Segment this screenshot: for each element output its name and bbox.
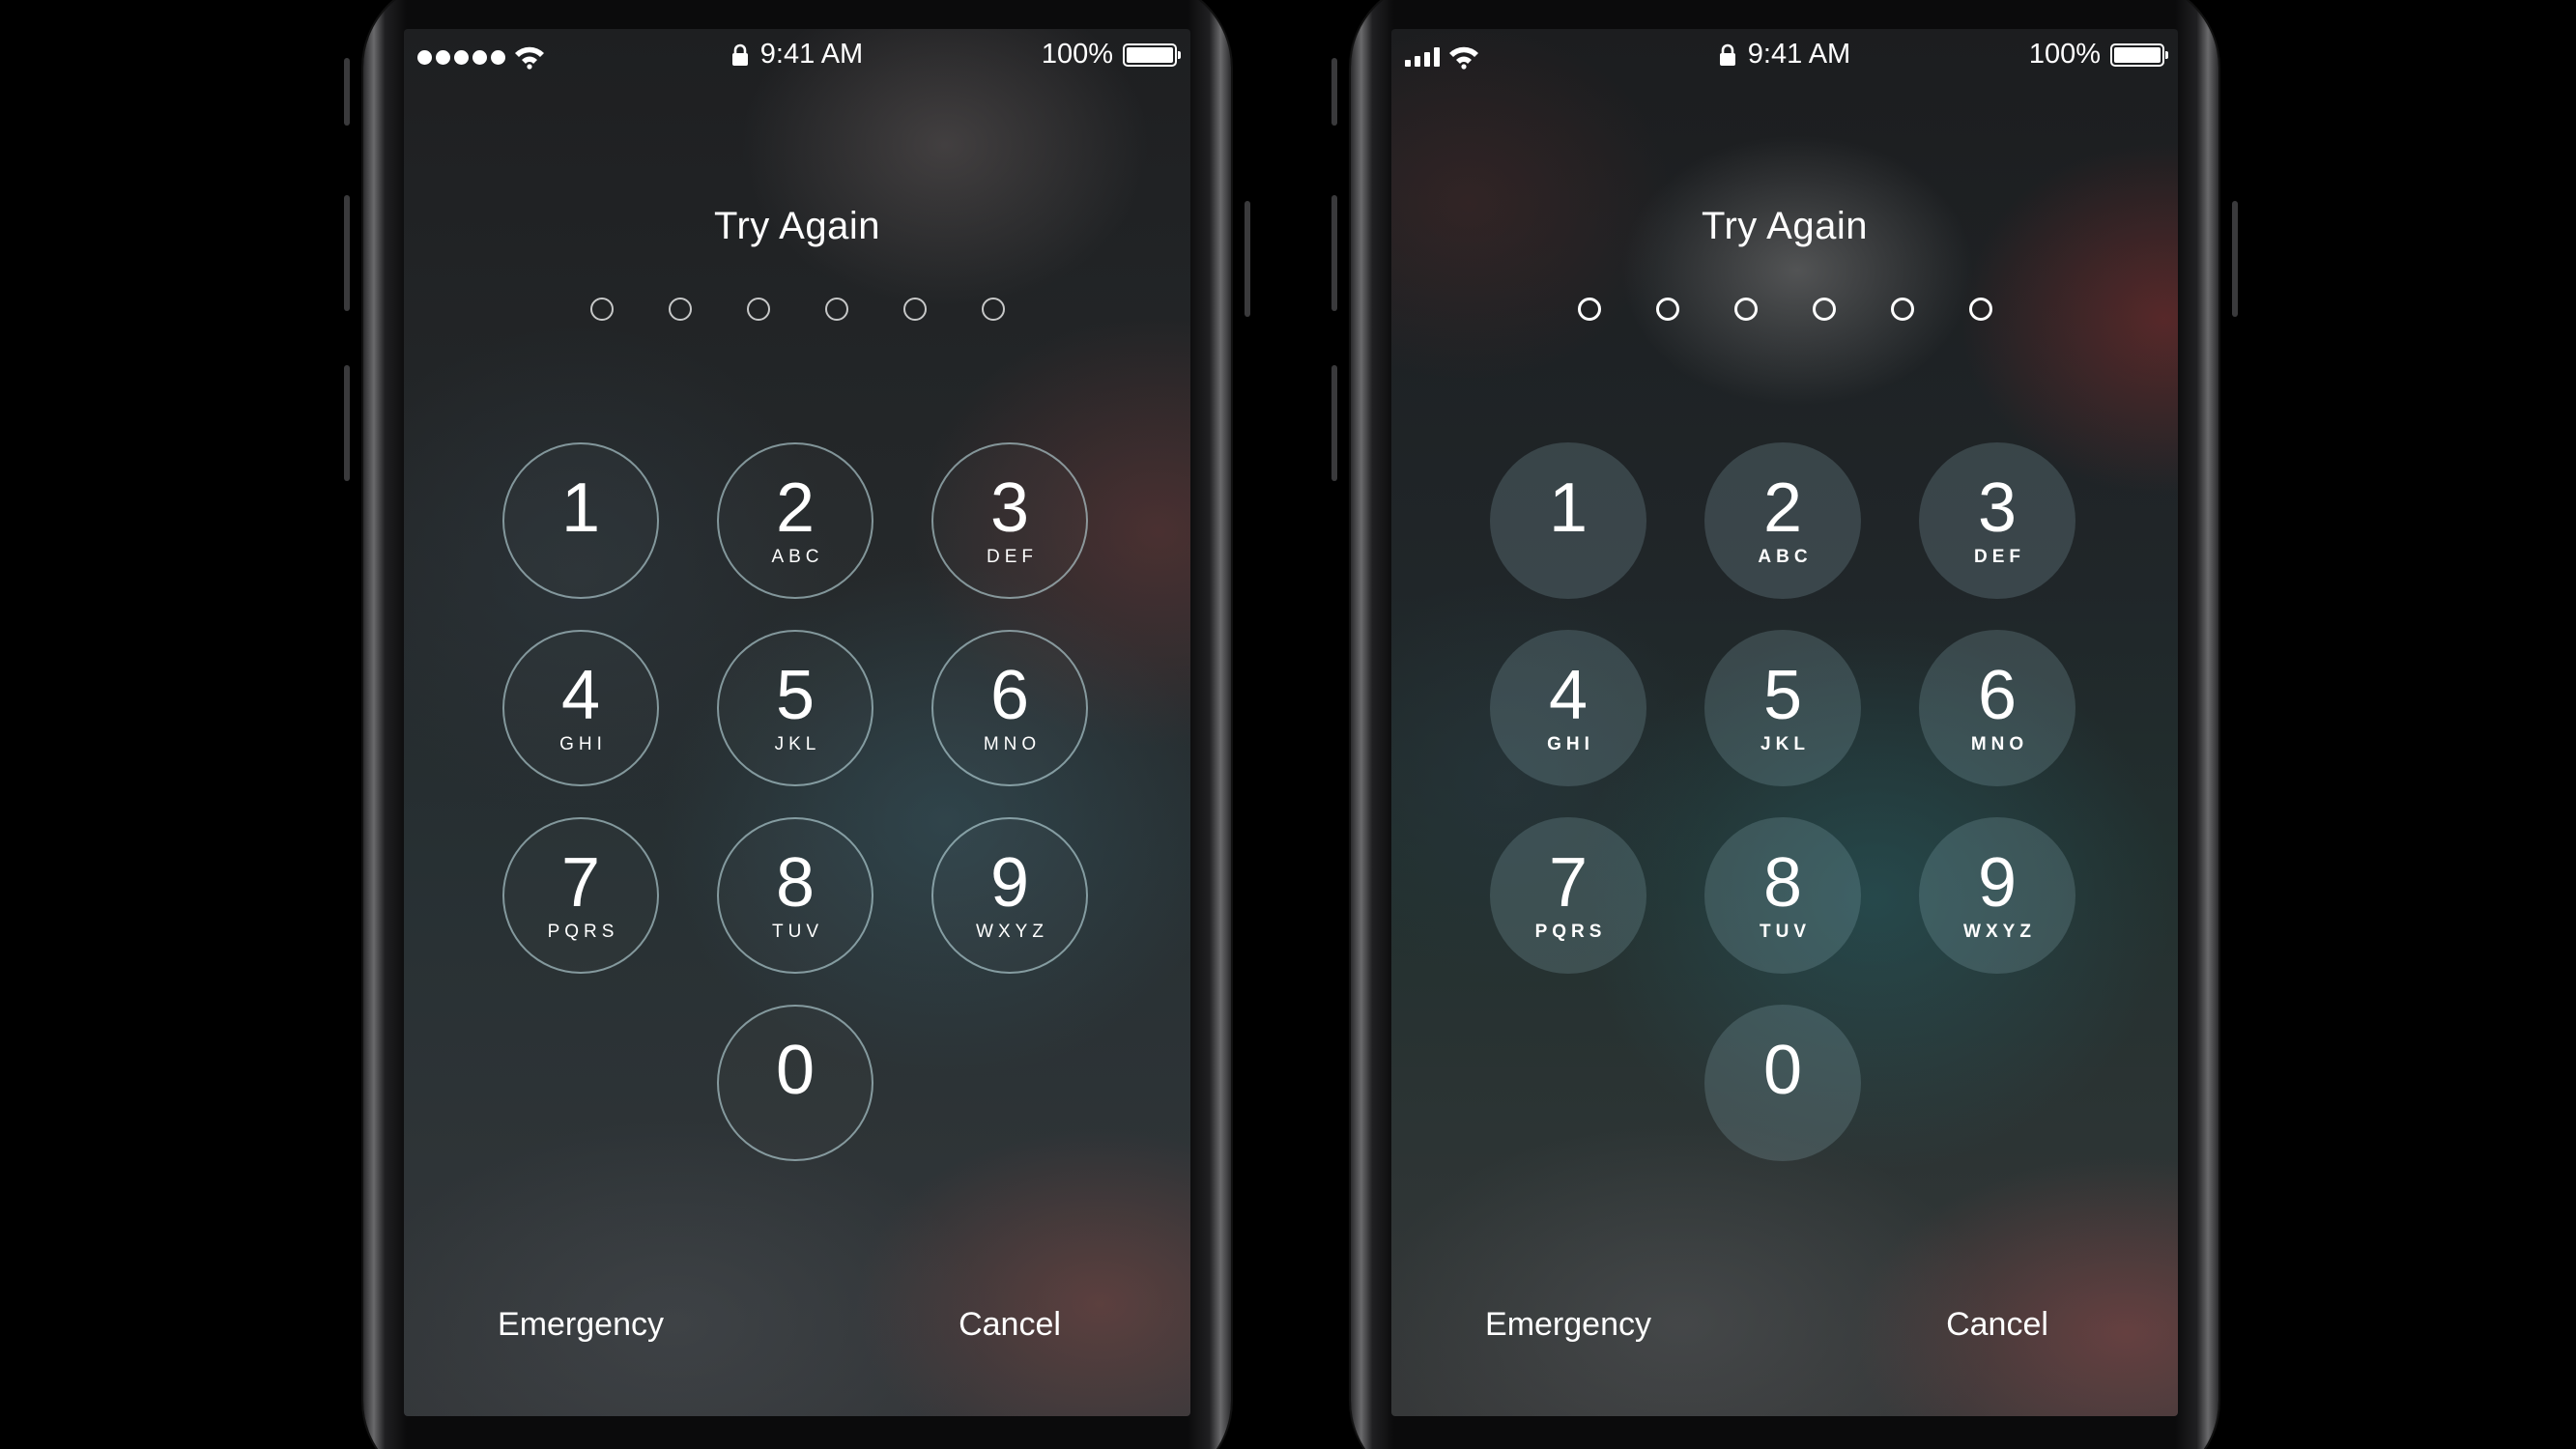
comparison-stage: 9:41 AM 100% Try Again 1 2 ABC 3 DEF 4 G… (0, 0, 2576, 1449)
cancel-button[interactable]: Cancel (1891, 1306, 2104, 1344)
key-7[interactable]: 7 PQRS (1490, 817, 1646, 974)
cancel-button[interactable]: Cancel (903, 1306, 1116, 1344)
keypad: 1 2 ABC 3 DEF 4 GHI 5 JKL 6 MNO 7 PQRS 8 TUV 9W… (1391, 29, 2178, 1416)
volume-down-button (1331, 365, 1337, 481)
key-letters: TUV (772, 922, 823, 942)
key-8[interactable]: 8 TUV (1704, 817, 1861, 974)
key-2[interactable]: 2 ABC (1704, 442, 1861, 599)
key-digit: 1 (1548, 469, 1589, 547)
key-4[interactable]: 4 GHI (1490, 630, 1646, 786)
emergency-button[interactable]: Emergency (1462, 1306, 1674, 1344)
volume-up-button (1331, 195, 1337, 311)
key-digit: 5 (775, 657, 816, 734)
phone-right: 9:41 AM 100% Try Again 1 2 ABC 3 DEF 4 G… (1331, 0, 2238, 1449)
key-letters: PQRS (547, 922, 619, 942)
key-2[interactable]: 2 ABC (717, 442, 873, 599)
key-1[interactable]: 1 (502, 442, 659, 599)
key-5[interactable]: 5 JKL (717, 630, 873, 786)
key-digit: 7 (560, 844, 601, 922)
key-letters: JKL (774, 734, 821, 754)
key-digit: 6 (1977, 657, 2018, 734)
volume-down-button (344, 365, 350, 481)
key-letters: GHI (1547, 734, 1594, 754)
key-digit: 3 (1977, 469, 2018, 547)
key-6[interactable]: 6 MNO (1919, 630, 2075, 786)
key-digit: 2 (775, 469, 816, 547)
key-letters: DEF (1974, 547, 2025, 567)
key-digit: 0 (1762, 1032, 1803, 1109)
power-button (2232, 201, 2238, 317)
key-digit: 3 (989, 469, 1030, 547)
key-digit: 4 (1548, 657, 1589, 734)
key-digit: 9 (1977, 844, 2018, 922)
key-7[interactable]: 7 PQRS (502, 817, 659, 974)
key-letters: TUV (1760, 922, 1811, 942)
key-9[interactable]: 9 WXYZ (1919, 817, 2075, 974)
key-digit: 4 (560, 657, 601, 734)
lock-screen-old-style: 9:41 AM 100% Try Again 1 2 ABC 3 DEF 4 G… (404, 29, 1190, 1416)
key-digit: 2 (1762, 469, 1803, 547)
key-letters: WXYZ (1963, 922, 2036, 942)
key-letters (1566, 547, 1571, 568)
key-9[interactable]: 9 WXYZ (931, 817, 1088, 974)
key-5[interactable]: 5 JKL (1704, 630, 1861, 786)
key-3[interactable]: 3 DEF (1919, 442, 2075, 599)
key-4[interactable]: 4 GHI (502, 630, 659, 786)
key-digit: 6 (989, 657, 1030, 734)
key-letters: ABC (1758, 547, 1813, 567)
key-digit: 0 (775, 1032, 816, 1109)
key-letters: DEF (987, 547, 1038, 567)
key-digit: 8 (1762, 844, 1803, 922)
key-letters: JKL (1760, 734, 1810, 754)
key-digit: 5 (1762, 657, 1803, 734)
phone-left: 9:41 AM 100% Try Again 1 2 ABC 3 DEF 4 G… (344, 0, 1250, 1449)
key-letters: MNO (1970, 734, 2029, 754)
key-letters: WXYZ (976, 922, 1048, 942)
key-6[interactable]: 6 MNO (931, 630, 1088, 786)
key-0[interactable]: 0 (1704, 1005, 1861, 1161)
key-digit: 9 (989, 844, 1030, 922)
key-8[interactable]: 8 TUV (717, 817, 873, 974)
key-letters: PQRS (1534, 922, 1607, 942)
key-digit: 7 (1548, 844, 1589, 922)
mute-switch (344, 58, 350, 126)
key-letters (1781, 1109, 1786, 1130)
key-digit: 8 (775, 844, 816, 922)
key-letters: ABC (771, 547, 824, 567)
key-0[interactable]: 0 (717, 1005, 873, 1161)
mute-switch (1331, 58, 1337, 126)
key-letters: GHI (559, 734, 607, 754)
key-letters: MNO (983, 734, 1042, 754)
volume-up-button (344, 195, 350, 311)
key-3[interactable]: 3 DEF (931, 442, 1088, 599)
lock-screen-new-style: 9:41 AM 100% Try Again 1 2 ABC 3 DEF 4 G… (1391, 29, 2178, 1416)
keypad: 1 2 ABC 3 DEF 4 GHI 5 JKL 6 MNO 7 PQRS 8 TUV 9W… (404, 29, 1190, 1416)
key-digit: 1 (560, 469, 601, 547)
power-button (1245, 201, 1250, 317)
emergency-button[interactable]: Emergency (474, 1306, 687, 1344)
key-letters (793, 1109, 798, 1130)
key-letters (579, 547, 584, 568)
key-1[interactable]: 1 (1490, 442, 1646, 599)
